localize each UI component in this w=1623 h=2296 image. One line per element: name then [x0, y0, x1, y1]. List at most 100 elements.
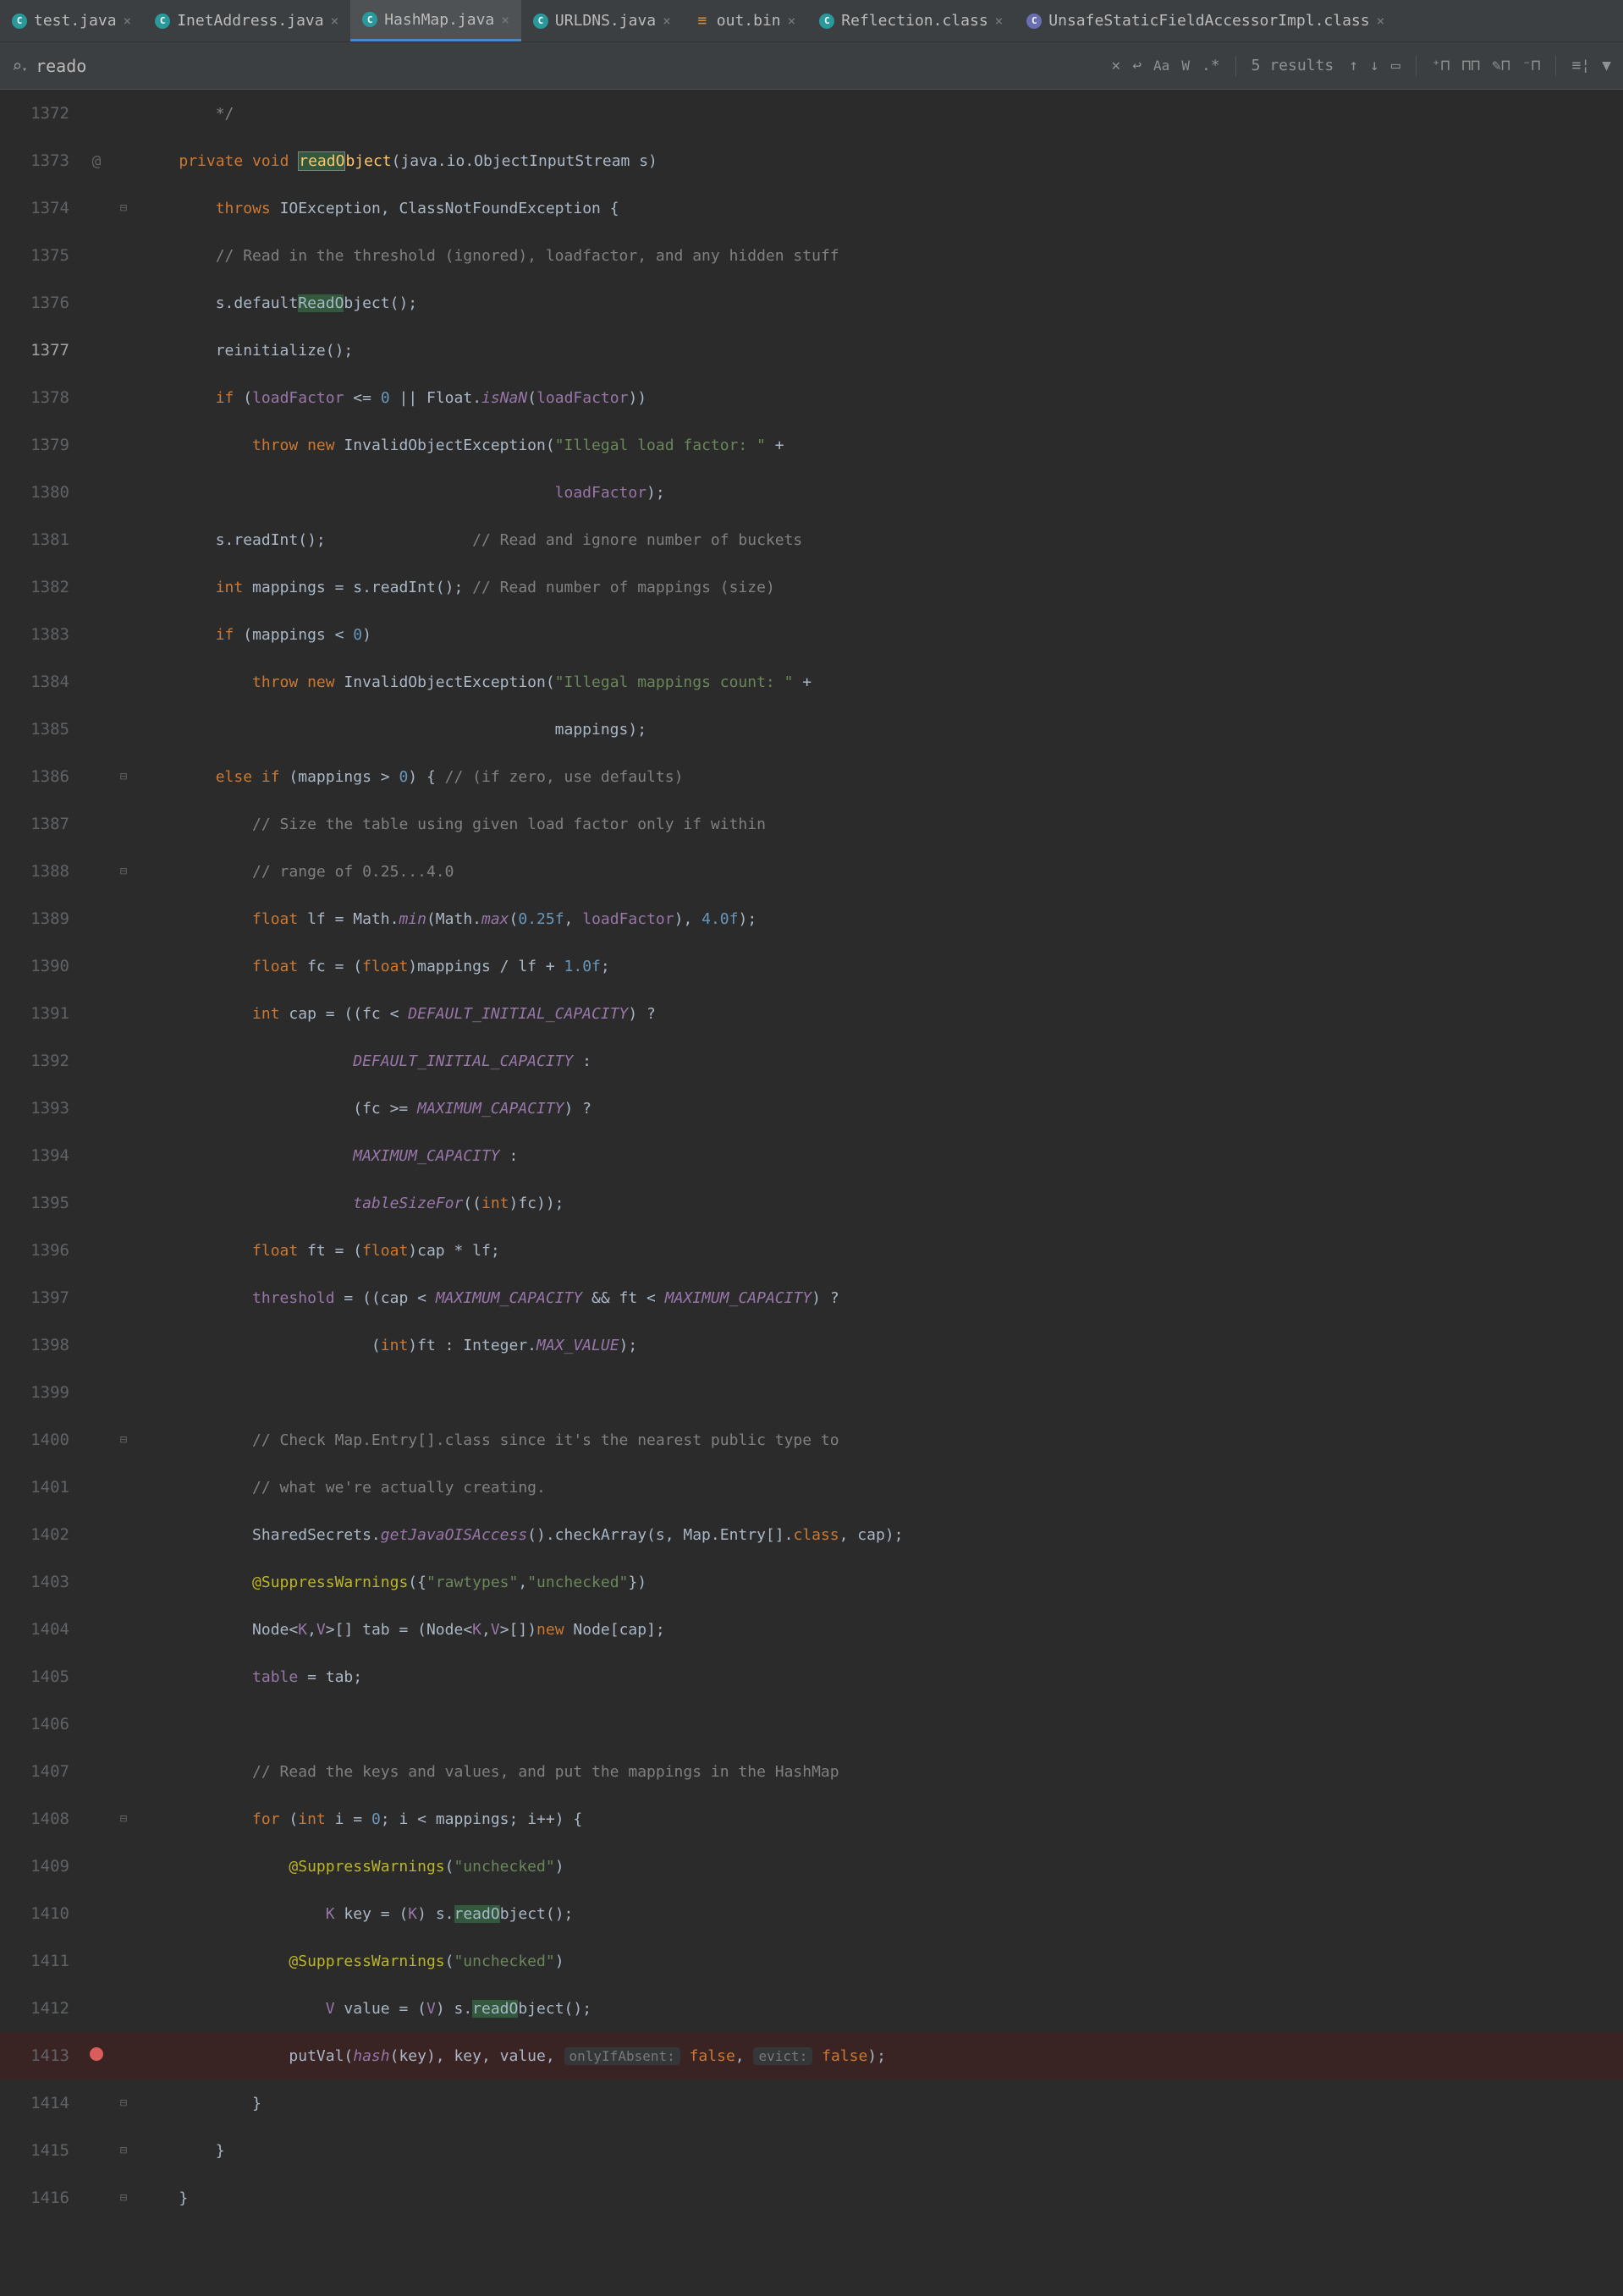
code-line[interactable]: 1410 K key = (K) s.readObject();: [0, 1890, 1623, 1937]
code-text[interactable]: // Read the keys and values, and put the…: [135, 1763, 1623, 1781]
code-text[interactable]: }: [135, 2142, 1623, 2160]
line-number[interactable]: 1414: [0, 2094, 81, 2112]
code-text[interactable]: throw new InvalidObjectException("Illega…: [135, 437, 1623, 454]
fold-toggle[interactable]: ⊟: [112, 865, 135, 878]
code-text[interactable]: float lf = Math.min(Math.max(0.25f, load…: [135, 910, 1623, 928]
line-number[interactable]: 1387: [0, 815, 81, 833]
code-line[interactable]: 1404 Node<K,V>[] tab = (Node<K,V>[])new …: [0, 1606, 1623, 1653]
select-all-icon[interactable]: ⊓⊓: [1461, 57, 1480, 74]
code-line[interactable]: 1385 mappings);: [0, 706, 1623, 753]
code-line[interactable]: 1399: [0, 1369, 1623, 1416]
line-number[interactable]: 1390: [0, 957, 81, 975]
line-number[interactable]: 1384: [0, 673, 81, 691]
select-occurrence-icon[interactable]: ✎⊓: [1492, 57, 1510, 74]
code-text[interactable]: float ft = (float)cap * lf;: [135, 1242, 1623, 1260]
line-number[interactable]: 1391: [0, 1004, 81, 1023]
whole-word-icon[interactable]: W: [1181, 58, 1190, 74]
breakpoint-icon[interactable]: [90, 2047, 103, 2061]
code-line[interactable]: 1400⊟ // Check Map.Entry[].class since i…: [0, 1416, 1623, 1464]
code-line[interactable]: 1406: [0, 1700, 1623, 1748]
code-text[interactable]: if (loadFactor <= 0 || Float.isNaN(loadF…: [135, 389, 1623, 407]
code-editor[interactable]: 1372 */1373@ private void readObject(jav…: [0, 90, 1623, 2222]
search-icon[interactable]: ⌕▾: [12, 56, 27, 76]
code-text[interactable]: throw new InvalidObjectException("Illega…: [135, 673, 1623, 691]
line-number[interactable]: 1416: [0, 2189, 81, 2207]
tab-HashMap-java[interactable]: CHashMap.java×: [350, 0, 521, 41]
tab-out-bin[interactable]: ≡out.bin×: [683, 0, 808, 41]
line-number[interactable]: 1392: [0, 1052, 81, 1070]
tab-test-java[interactable]: Ctest.java×: [0, 0, 143, 41]
prev-match-icon[interactable]: ↑: [1349, 57, 1358, 74]
code-line[interactable]: 1379 throw new InvalidObjectException("I…: [0, 421, 1623, 469]
code-text[interactable]: @SuppressWarnings("unchecked"): [135, 1858, 1623, 1876]
line-number[interactable]: 1410: [0, 1904, 81, 1923]
fold-toggle[interactable]: ⊟: [112, 770, 135, 783]
code-text[interactable]: K key = (K) s.readObject();: [135, 1905, 1623, 1923]
remove-selection-icon[interactable]: ⁻⊓: [1522, 57, 1541, 74]
line-number[interactable]: 1398: [0, 1336, 81, 1354]
line-number[interactable]: 1380: [0, 483, 81, 502]
code-text[interactable]: threshold = ((cap < MAXIMUM_CAPACITY && …: [135, 1289, 1623, 1307]
code-line[interactable]: 1387 // Size the table using given load …: [0, 800, 1623, 848]
line-number[interactable]: 1377: [0, 341, 81, 360]
code-line[interactable]: 1415⊟ }: [0, 2127, 1623, 2174]
code-line[interactable]: 1411 @SuppressWarnings("unchecked"): [0, 1937, 1623, 1985]
code-line[interactable]: 1382 int mappings = s.readInt(); // Read…: [0, 563, 1623, 611]
line-number[interactable]: 1404: [0, 1620, 81, 1639]
code-text[interactable]: reinitialize();: [135, 342, 1623, 360]
open-in-tool-icon[interactable]: ▭: [1391, 57, 1400, 74]
code-line[interactable]: 1389 float lf = Math.min(Math.max(0.25f,…: [0, 895, 1623, 942]
fold-toggle[interactable]: ⊟: [112, 201, 135, 215]
code-text[interactable]: SharedSecrets.getJavaOISAccess().checkAr…: [135, 1526, 1623, 1544]
code-text[interactable]: table = tab;: [135, 1668, 1623, 1686]
line-number[interactable]: 1394: [0, 1146, 81, 1165]
code-line[interactable]: 1381 s.readInt(); // Read and ignore num…: [0, 516, 1623, 563]
line-number[interactable]: 1411: [0, 1952, 81, 1970]
close-search-icon[interactable]: ✕: [1111, 57, 1120, 74]
code-text[interactable]: private void readObject(java.io.ObjectIn…: [135, 152, 1623, 170]
line-number[interactable]: 1412: [0, 1999, 81, 2018]
code-line[interactable]: 1407 // Read the keys and values, and pu…: [0, 1748, 1623, 1795]
line-number[interactable]: 1406: [0, 1715, 81, 1733]
code-text[interactable]: s.defaultReadObject();: [135, 294, 1623, 312]
add-selection-icon[interactable]: ⁺⊓: [1432, 57, 1450, 74]
next-match-icon[interactable]: ↓: [1370, 57, 1379, 74]
code-line[interactable]: 1403 @SuppressWarnings({"rawtypes","unch…: [0, 1558, 1623, 1606]
code-text[interactable]: }: [135, 2095, 1623, 2112]
code-line[interactable]: 1394 MAXIMUM_CAPACITY :: [0, 1132, 1623, 1179]
code-text[interactable]: else if (mappings > 0) { // (if zero, us…: [135, 768, 1623, 786]
code-line[interactable]: 1408⊟ for (int i = 0; i < mappings; i++)…: [0, 1795, 1623, 1843]
line-number[interactable]: 1383: [0, 625, 81, 644]
code-line[interactable]: 1391 int cap = ((fc < DEFAULT_INITIAL_CA…: [0, 990, 1623, 1037]
code-text[interactable]: throws IOException, ClassNotFoundExcepti…: [135, 200, 1623, 217]
code-line[interactable]: 1378 if (loadFactor <= 0 || Float.isNaN(…: [0, 374, 1623, 421]
line-number[interactable]: 1397: [0, 1288, 81, 1307]
code-line[interactable]: 1380 loadFactor);: [0, 469, 1623, 516]
code-line[interactable]: 1412 V value = (V) s.readObject();: [0, 1985, 1623, 2032]
fold-toggle[interactable]: ⊟: [112, 1433, 135, 1447]
line-number[interactable]: 1376: [0, 294, 81, 312]
line-number[interactable]: 1407: [0, 1762, 81, 1781]
line-number[interactable]: 1386: [0, 767, 81, 786]
filter-icon[interactable]: ▼: [1602, 57, 1611, 74]
line-number[interactable]: 1413: [0, 2046, 81, 2065]
fold-toggle[interactable]: ⊟: [112, 2096, 135, 2110]
code-line[interactable]: 1405 table = tab;: [0, 1653, 1623, 1700]
line-number[interactable]: 1401: [0, 1478, 81, 1497]
line-number[interactable]: 1385: [0, 720, 81, 739]
code-text[interactable]: // Size the table using given load facto…: [135, 816, 1623, 833]
code-text[interactable]: int cap = ((fc < DEFAULT_INITIAL_CAPACIT…: [135, 1005, 1623, 1023]
code-text[interactable]: s.readInt(); // Read and ignore number o…: [135, 531, 1623, 549]
code-text[interactable]: */: [135, 105, 1623, 123]
regex-icon[interactable]: .*: [1202, 57, 1220, 74]
line-number[interactable]: 1375: [0, 246, 81, 265]
code-line[interactable]: 1374 ⊟ throws IOException, ClassNotFoundE…: [0, 184, 1623, 232]
line-number[interactable]: 1374: [0, 199, 81, 217]
code-line[interactable]: 1393 (fc >= MAXIMUM_CAPACITY) ?: [0, 1085, 1623, 1132]
code-line[interactable]: 1402 SharedSecrets.getJavaOISAccess().ch…: [0, 1511, 1623, 1558]
line-number[interactable]: 1389: [0, 909, 81, 928]
code-text[interactable]: float fc = (float)mappings / lf + 1.0f;: [135, 958, 1623, 975]
fold-toggle[interactable]: ⊟: [112, 1812, 135, 1826]
code-line[interactable]: 1388⊟ // range of 0.25...4.0: [0, 848, 1623, 895]
code-line[interactable]: 1386 ⊟ else if (mappings > 0) { // (if ze…: [0, 753, 1623, 800]
